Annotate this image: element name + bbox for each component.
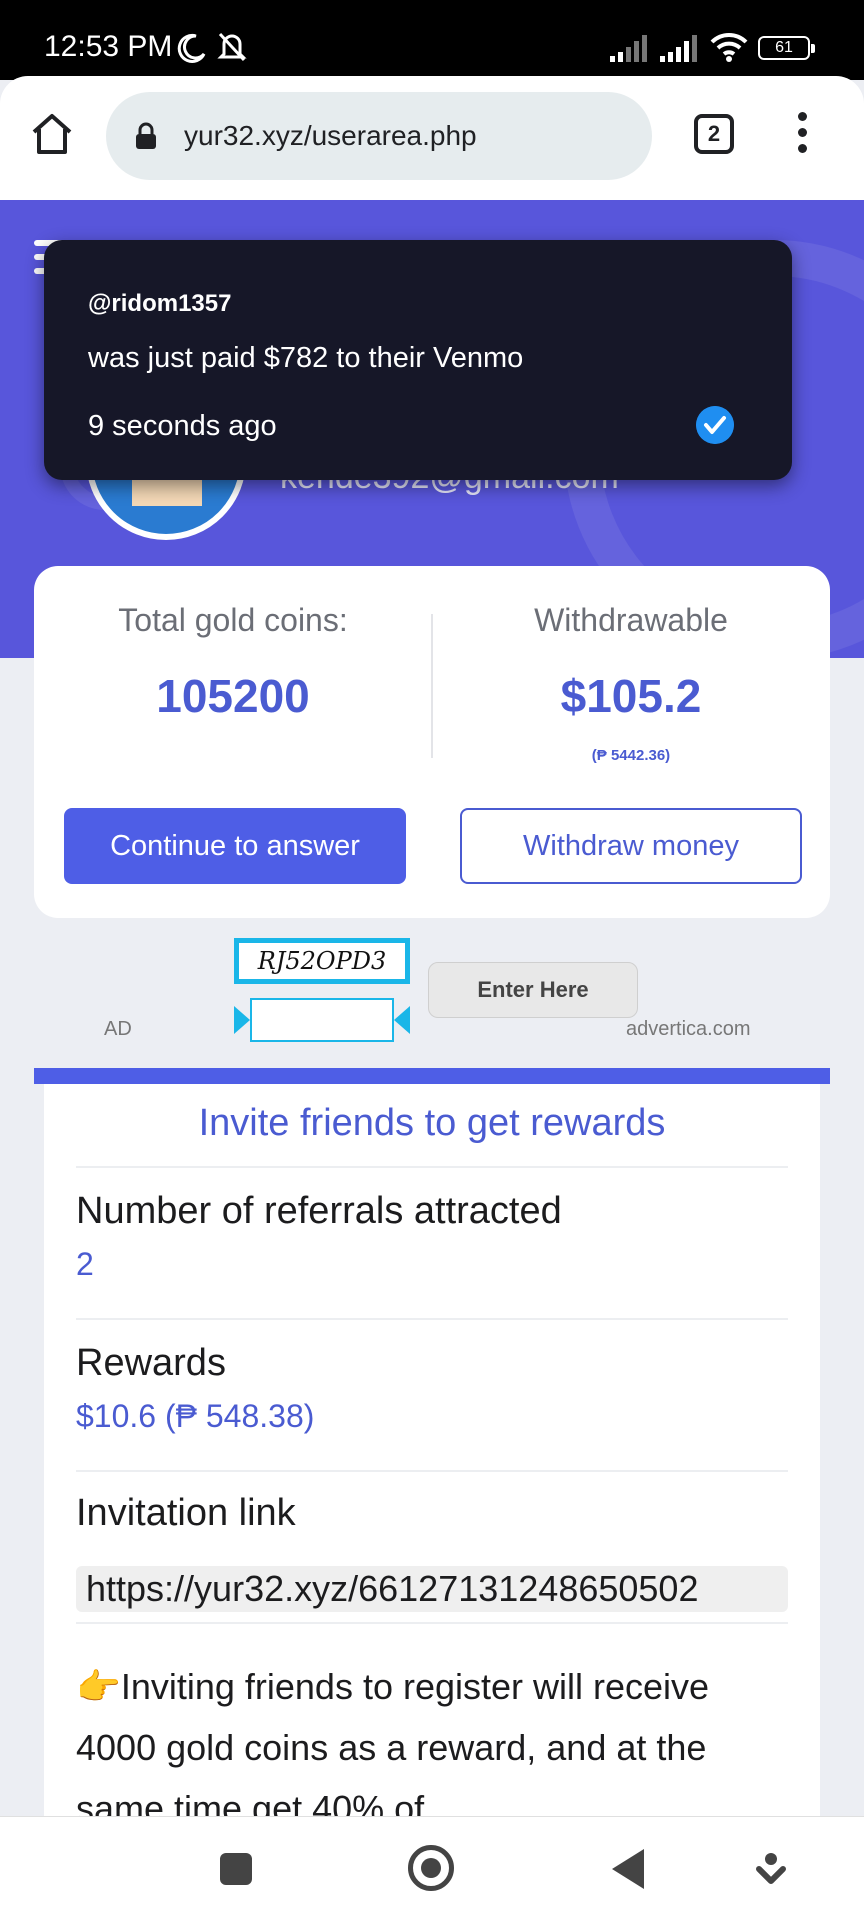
notification-time: 9 seconds ago bbox=[88, 410, 277, 442]
navigation-bar bbox=[0, 1816, 864, 1920]
recents-icon[interactable] bbox=[220, 1853, 252, 1885]
divider bbox=[76, 1318, 788, 1320]
home-circle-icon[interactable] bbox=[408, 1845, 454, 1891]
screen: 12:53 PM 61 yur32.xyz/userarea.php 2 Tot… bbox=[0, 0, 864, 1920]
web-page: kende392@gmail.com Total gold coins: 105… bbox=[0, 200, 864, 1816]
withdrawable-peso-value: (₱ 5442.36) bbox=[591, 747, 671, 764]
url-text: yur32.xyz/userarea.php bbox=[184, 120, 477, 151]
withdrawable-label: Withdrawable bbox=[534, 602, 728, 638]
rewards-value: $10.6 (₱ 548.38) bbox=[76, 1398, 315, 1434]
divider bbox=[76, 1166, 788, 1168]
total-coins-value: 105200 bbox=[156, 670, 310, 722]
balance-card: Total gold coins: 105200 Withdrawable $1… bbox=[34, 566, 830, 918]
wifi-icon bbox=[710, 32, 748, 62]
address-bar[interactable]: yur32.xyz/userarea.php bbox=[106, 92, 652, 180]
referrals-label: Number of referrals attracted bbox=[76, 1190, 562, 1232]
browser-toolbar: yur32.xyz/userarea.php 2 bbox=[0, 76, 864, 200]
withdrawable-value: $105.2 bbox=[560, 670, 702, 722]
captcha-code: RJ52OPD3 bbox=[234, 938, 410, 984]
notification-username: @ridom1357 bbox=[88, 290, 232, 317]
tab-switcher-button[interactable]: 2 bbox=[694, 114, 734, 154]
referrals-value: 2 bbox=[76, 1246, 94, 1282]
total-coins-section: Total gold coins: 105200 bbox=[34, 602, 432, 723]
withdrawable-section: Withdrawable $105.2 (₱ 5442.36) bbox=[432, 602, 830, 764]
invite-card: Invite friends to get rewards Number of … bbox=[44, 1084, 820, 1816]
notification-message: was just paid $782 to their Venmo bbox=[88, 342, 524, 374]
withdraw-money-button[interactable]: Withdraw money bbox=[460, 808, 802, 884]
check-icon bbox=[696, 406, 734, 444]
invitation-link-label: Invitation link bbox=[76, 1492, 296, 1534]
chevron-down-icon[interactable] bbox=[756, 1851, 786, 1887]
ad-label: AD bbox=[104, 1018, 132, 1040]
moon-icon bbox=[177, 33, 206, 63]
invitation-link[interactable]: https://yur32.xyz/66127131248650502 bbox=[76, 1566, 788, 1612]
total-coins-label: Total gold coins: bbox=[118, 602, 348, 638]
rewards-label: Rewards bbox=[76, 1342, 226, 1384]
invite-description: 👉Inviting friends to register will recei… bbox=[76, 1666, 710, 1816]
captcha-input[interactable] bbox=[250, 998, 394, 1042]
signal-icon bbox=[660, 35, 697, 62]
bell-off-icon bbox=[217, 32, 247, 62]
lock-icon bbox=[136, 122, 156, 149]
arrow-right-icon bbox=[234, 1006, 250, 1034]
arrow-left-icon bbox=[394, 1006, 410, 1034]
divider bbox=[76, 1470, 788, 1472]
home-icon[interactable] bbox=[28, 110, 76, 158]
clock: 12:53 PM bbox=[44, 30, 173, 63]
battery-icon: 61 bbox=[758, 36, 815, 60]
back-icon[interactable] bbox=[612, 1849, 644, 1889]
overflow-menu-icon[interactable] bbox=[790, 112, 814, 156]
signal-icon bbox=[610, 35, 647, 62]
invite-accent-bar bbox=[34, 1068, 830, 1084]
divider bbox=[76, 1622, 788, 1624]
ad-domain[interactable]: advertica.com bbox=[626, 1018, 751, 1041]
enter-here-button[interactable]: Enter Here bbox=[428, 962, 638, 1018]
payout-notification: @ridom1357 was just paid $782 to their V… bbox=[44, 240, 792, 480]
invite-title: Invite friends to get rewards bbox=[198, 1102, 666, 1144]
status-bar: 12:53 PM 61 bbox=[0, 0, 864, 80]
continue-to-answer-button[interactable]: Continue to answer bbox=[64, 808, 406, 884]
